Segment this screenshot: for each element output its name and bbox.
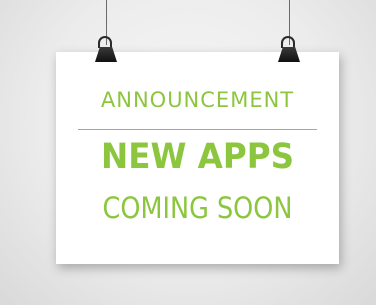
binder-clip-handle: [281, 36, 295, 48]
binder-clip-body: [95, 47, 117, 62]
binder-clip-left-icon: [94, 36, 118, 62]
poster-sheet: ANNOUNCEMENT NEW APPS COMING SOON: [56, 52, 339, 264]
headline-text: NEW APPS: [100, 137, 295, 177]
divider-line: [78, 129, 317, 130]
binder-clip-right-icon: [277, 36, 301, 62]
subline-text: COMING SOON: [102, 191, 293, 225]
announcement-label: ANNOUNCEMENT: [100, 88, 295, 112]
binder-clip-handle: [98, 36, 112, 48]
binder-clip-body: [278, 47, 300, 62]
wall-background: ANNOUNCEMENT NEW APPS COMING SOON: [0, 0, 376, 305]
